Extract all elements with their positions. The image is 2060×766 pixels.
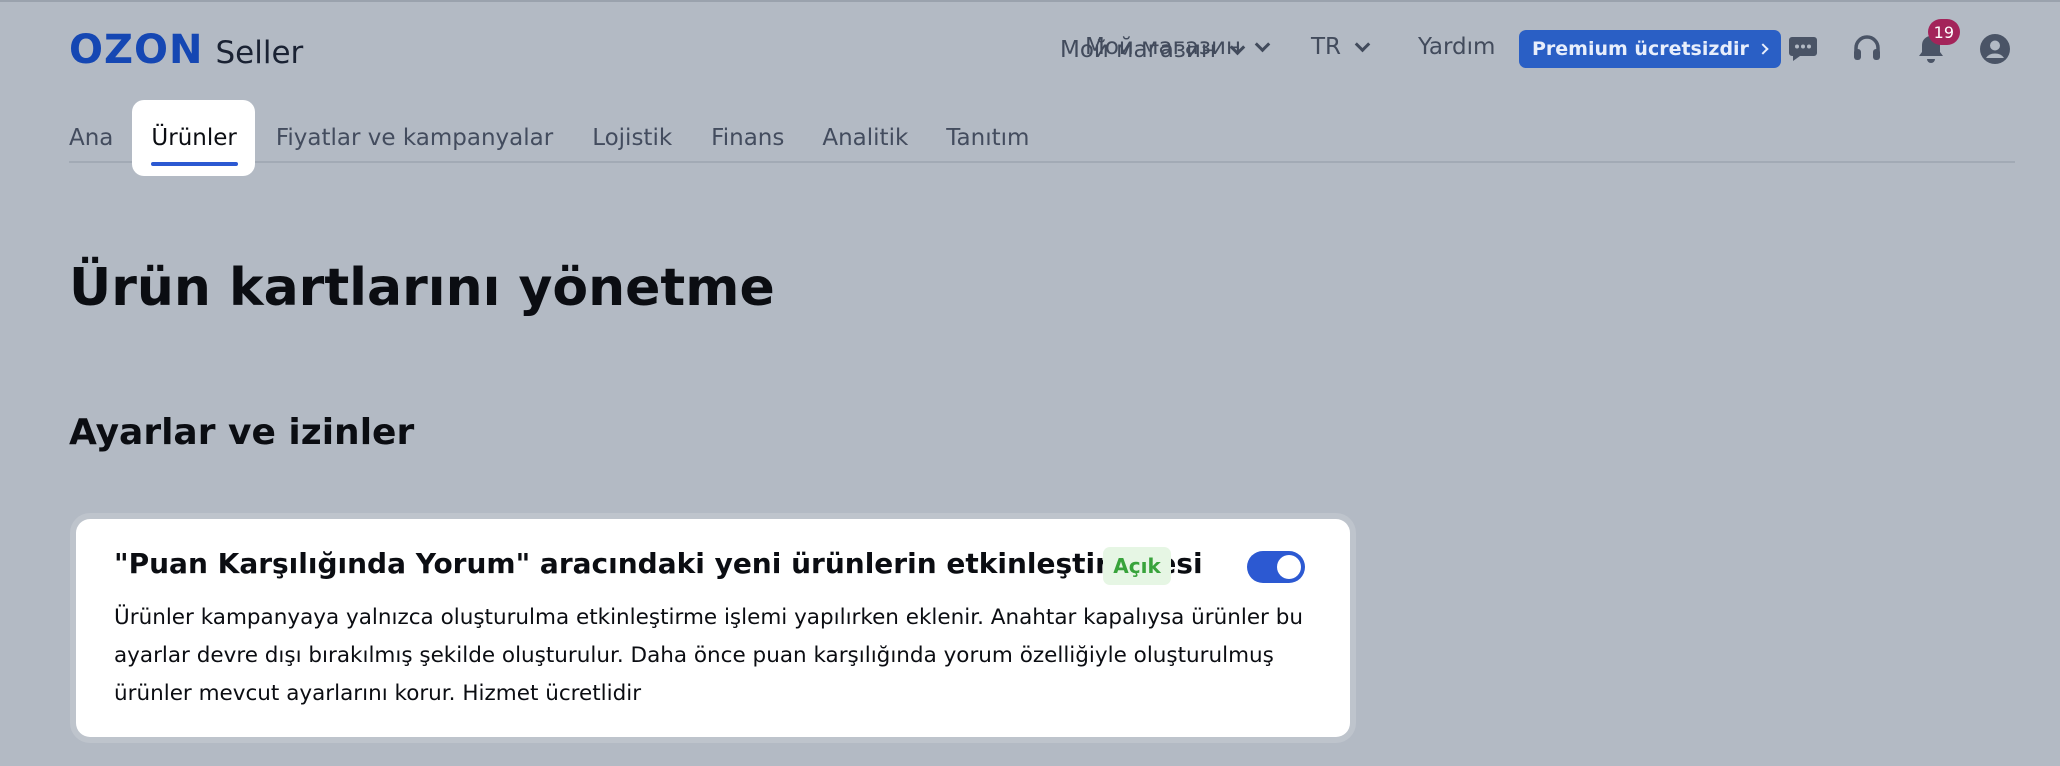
status-badge: Açık <box>1103 547 1171 585</box>
setting-description: Ürünler kampanyaya yalnızca oluşturulma … <box>114 605 1303 706</box>
language-label: TR <box>1311 34 1342 60</box>
page-title: Ürün kartlarını yönetme <box>69 258 775 318</box>
ozon-seller-logo[interactable]: OZON Seller <box>69 30 303 70</box>
user-icon[interactable] <box>1979 33 2011 65</box>
tab-fiyatlar[interactable]: Fiyatlar ve kampanyalar <box>276 100 553 176</box>
toggle-knob <box>1277 555 1301 579</box>
tab-analitik[interactable]: Analitik <box>822 100 908 176</box>
headset-icon[interactable] <box>1851 33 1883 65</box>
setting-card: "Puan Karşılığında Yorum" aracındaki yen… <box>76 519 1350 737</box>
notification-badge: 19 <box>1927 19 1960 45</box>
premium-label: Premium ücretsizdir <box>1532 38 1749 60</box>
store-menu-dropdown[interactable]: Мой магазин <box>1085 34 1271 60</box>
tab-tanitim[interactable]: Tanıtım <box>946 100 1029 176</box>
logo-product: Seller <box>215 35 304 71</box>
tab-label: Tanıtım <box>946 125 1030 151</box>
help-link[interactable]: Yardım <box>1418 34 1495 60</box>
tab-ana[interactable]: Ana <box>69 100 113 176</box>
chevron-down-icon <box>1254 36 1271 52</box>
logo-mark: OZON <box>69 27 204 73</box>
tab-lojistik[interactable]: Lojistik <box>592 100 672 176</box>
help-label: Yardım <box>1418 34 1496 60</box>
setting-title: "Puan Karşılığında Yorum" aracındaki yen… <box>114 547 1203 580</box>
page: OZON Seller Мой магазин Мой магазин TR Y… <box>0 0 2060 766</box>
language-selector[interactable]: TR <box>1311 34 1371 60</box>
chat-icon[interactable] <box>1787 33 1819 65</box>
setting-toggle[interactable] <box>1247 551 1305 583</box>
premium-button[interactable]: Premium ücretsizdir <box>1519 30 1781 68</box>
tab-label: Analitik <box>822 125 909 151</box>
store-menu-text: Мой магазин <box>1085 34 1242 60</box>
main-tabs: Ana Ürünler Fiyatlar ve kampanyalar Loji… <box>69 100 1029 176</box>
tab-label: Ana <box>69 125 114 151</box>
tab-label: Lojistik <box>592 125 673 151</box>
section-title: Ayarlar ve izinler <box>69 412 415 453</box>
tab-label: Fiyatlar ve kampanyalar <box>275 125 554 151</box>
chevron-right-icon <box>1757 43 1769 55</box>
chevron-down-icon <box>1354 36 1371 52</box>
bell-icon[interactable]: 19 <box>1915 19 1960 65</box>
tab-finans[interactable]: Finans <box>711 100 784 176</box>
tab-label: Finans <box>711 125 785 151</box>
tab-urunler[interactable]: Ürünler <box>132 100 255 176</box>
tab-label: Ürünler <box>151 125 237 151</box>
